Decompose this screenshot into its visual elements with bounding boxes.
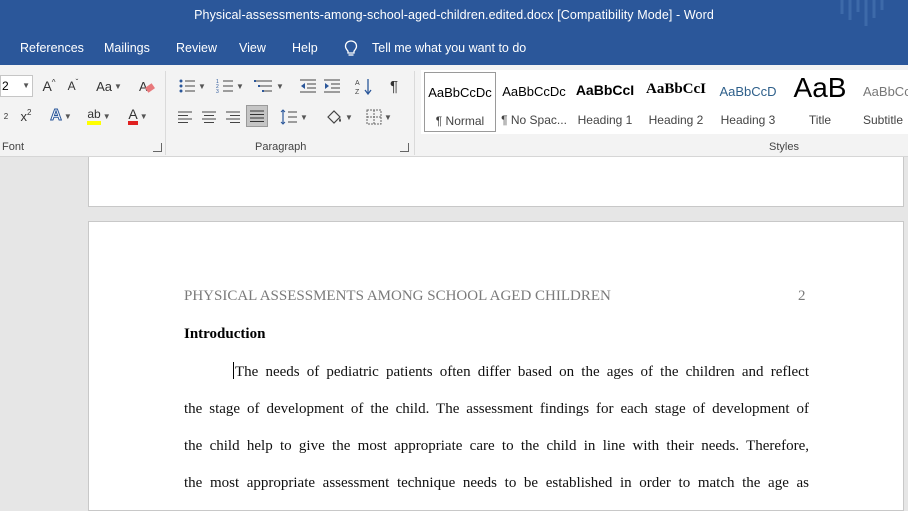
text-cursor: [233, 362, 234, 379]
svg-text:A: A: [139, 79, 148, 94]
previous-page-bottom: [88, 157, 904, 207]
font-size-value: 2: [2, 79, 9, 93]
align-center-icon: [202, 111, 216, 123]
style-preview: AaBbCcD: [863, 84, 908, 99]
bullets-button[interactable]: ▼: [176, 75, 208, 97]
paint-bucket-icon: [327, 110, 342, 124]
styles-gallery: AaBbCcDc ¶ Normal AaBbCcDc ¶ No Spac... …: [421, 70, 908, 134]
numbering-icon: 1 2 3: [216, 79, 234, 94]
style-title[interactable]: AaB Title: [784, 72, 856, 132]
group-divider: [414, 71, 415, 155]
title-bar: Physical-assessments-among-school-aged-c…: [0, 0, 908, 33]
document-page[interactable]: PHYSICAL ASSESSMENTS AMONG SCHOOL AGED C…: [88, 221, 904, 511]
tab-view[interactable]: View: [239, 41, 266, 55]
borders-button[interactable]: ▼: [362, 106, 396, 128]
style-subtitle[interactable]: AaBbCcD Subtitle: [853, 72, 908, 132]
group-divider: [165, 71, 166, 155]
sort-icon: A Z: [355, 79, 372, 95]
paragraph-line: The needs of pediatric patients often di…: [233, 362, 809, 380]
lightbulb-icon[interactable]: [344, 39, 358, 59]
running-head: PHYSICAL ASSESSMENTS AMONG SCHOOL AGED C…: [184, 288, 611, 304]
style-name: ¶ Normal: [435, 114, 485, 128]
text-effects-button[interactable]: A ▼: [46, 105, 76, 127]
ribbon-pattern-icon: [840, 0, 884, 26]
borders-icon: [366, 109, 382, 125]
font-color-button[interactable]: A ▼: [122, 105, 154, 127]
subscript-partial-button[interactable]: 2: [0, 105, 12, 127]
styles-group-label: Styles: [769, 141, 799, 153]
page-number: 2: [798, 288, 806, 304]
style-heading-1[interactable]: AaBbCcI Heading 1: [569, 72, 641, 132]
shrink-font-button[interactable]: Aˇ: [64, 75, 82, 97]
tab-review[interactable]: Review: [176, 41, 217, 55]
style-name: ¶ No Spac...: [501, 113, 567, 127]
tab-help[interactable]: Help: [292, 41, 318, 55]
justify-icon: [250, 110, 264, 122]
line-spacing-icon: [280, 109, 298, 125]
highlight-color-button[interactable]: ab ▼: [82, 105, 116, 127]
line-spacing-button[interactable]: ▼: [278, 106, 310, 128]
style-preview: AaBbCcI: [575, 82, 635, 98]
clear-formatting-button[interactable]: A: [136, 75, 156, 97]
grow-font-button[interactable]: A ^: [40, 75, 58, 97]
style-preview: AaBbCcDc: [428, 85, 492, 100]
paragraph-group-label: Paragraph: [255, 141, 307, 153]
pilcrow-icon[interactable]: ¶: [384, 75, 404, 97]
style-name: Heading 1: [577, 113, 633, 127]
window-title: Physical-assessments-among-school-aged-c…: [194, 8, 714, 22]
style-preview: AaBbCcD: [719, 84, 777, 99]
shading-button[interactable]: ▼: [322, 106, 356, 128]
style-heading-3[interactable]: AaBbCcD Heading 3: [712, 72, 784, 132]
ribbon: 2 ▼ A ^ Aˇ Aa ▼ A 2 x2 A ▼ ab ▼ A ▼ Font ▼: [0, 65, 908, 157]
align-right-button[interactable]: [224, 106, 242, 128]
font-group-label: Font: [2, 141, 25, 153]
paragraph-line: the child help to give the most appropri…: [184, 438, 809, 454]
document-area[interactable]: PHYSICAL ASSESSMENTS AMONG SCHOOL AGED C…: [0, 157, 908, 511]
align-left-button[interactable]: [176, 106, 194, 128]
decrease-indent-button[interactable]: [298, 75, 318, 97]
multilevel-list-button[interactable]: ▼: [252, 75, 286, 97]
font-dialog-launcher[interactable]: [153, 143, 162, 152]
body-paragraph[interactable]: The needs of pediatric patients often di…: [184, 354, 809, 502]
increase-indent-icon: [324, 79, 340, 93]
style-name: Heading 3: [720, 113, 776, 127]
svg-text:3: 3: [216, 89, 219, 94]
font-size-box[interactable]: 2 ▼: [0, 75, 33, 97]
svg-text:Z: Z: [355, 89, 360, 95]
style-name: Heading 2: [648, 113, 704, 127]
eraser-icon: A: [139, 79, 155, 94]
tab-mailings[interactable]: Mailings: [104, 41, 150, 55]
tell-me-search[interactable]: Tell me what you want to do: [372, 41, 526, 55]
align-left-icon: [178, 111, 192, 123]
align-center-button[interactable]: [200, 106, 218, 128]
svg-text:A: A: [355, 80, 360, 87]
paragraph-line: the most appropriate assessment techniqu…: [184, 475, 809, 491]
increase-indent-button[interactable]: [322, 75, 342, 97]
chevron-down-icon: ▼: [22, 81, 30, 90]
style-preview: AaBbCcI: [645, 81, 706, 97]
style-preview: AaBbCcDc: [502, 84, 566, 99]
paragraph-dialog-launcher[interactable]: [400, 143, 409, 152]
style-normal[interactable]: AaBbCcDc ¶ Normal: [424, 72, 496, 132]
ribbon-tabs: References Mailings Review View Help Tel…: [0, 33, 908, 65]
change-case-button[interactable]: Aa ▼: [92, 75, 126, 97]
decrease-indent-icon: [300, 79, 316, 93]
style-name: Title: [808, 113, 832, 127]
section-heading: Introduction: [184, 326, 266, 342]
style-no-spacing[interactable]: AaBbCcDc ¶ No Spac...: [498, 72, 570, 132]
paragraph-line: the stage of development of the child. T…: [184, 401, 809, 417]
sort-button[interactable]: A Z: [354, 75, 374, 97]
style-heading-2[interactable]: AaBbCcI Heading 2: [640, 72, 712, 132]
bullets-icon: [179, 79, 196, 93]
style-preview: AaB: [793, 72, 847, 103]
numbering-button[interactable]: 1 2 3 ▼: [214, 75, 246, 97]
align-right-icon: [226, 111, 240, 123]
multilevel-list-icon: [254, 80, 273, 92]
justify-button[interactable]: [246, 105, 268, 127]
superscript-button[interactable]: x2: [16, 105, 36, 127]
style-name: Subtitle: [863, 113, 904, 127]
tab-references[interactable]: References: [20, 41, 84, 55]
